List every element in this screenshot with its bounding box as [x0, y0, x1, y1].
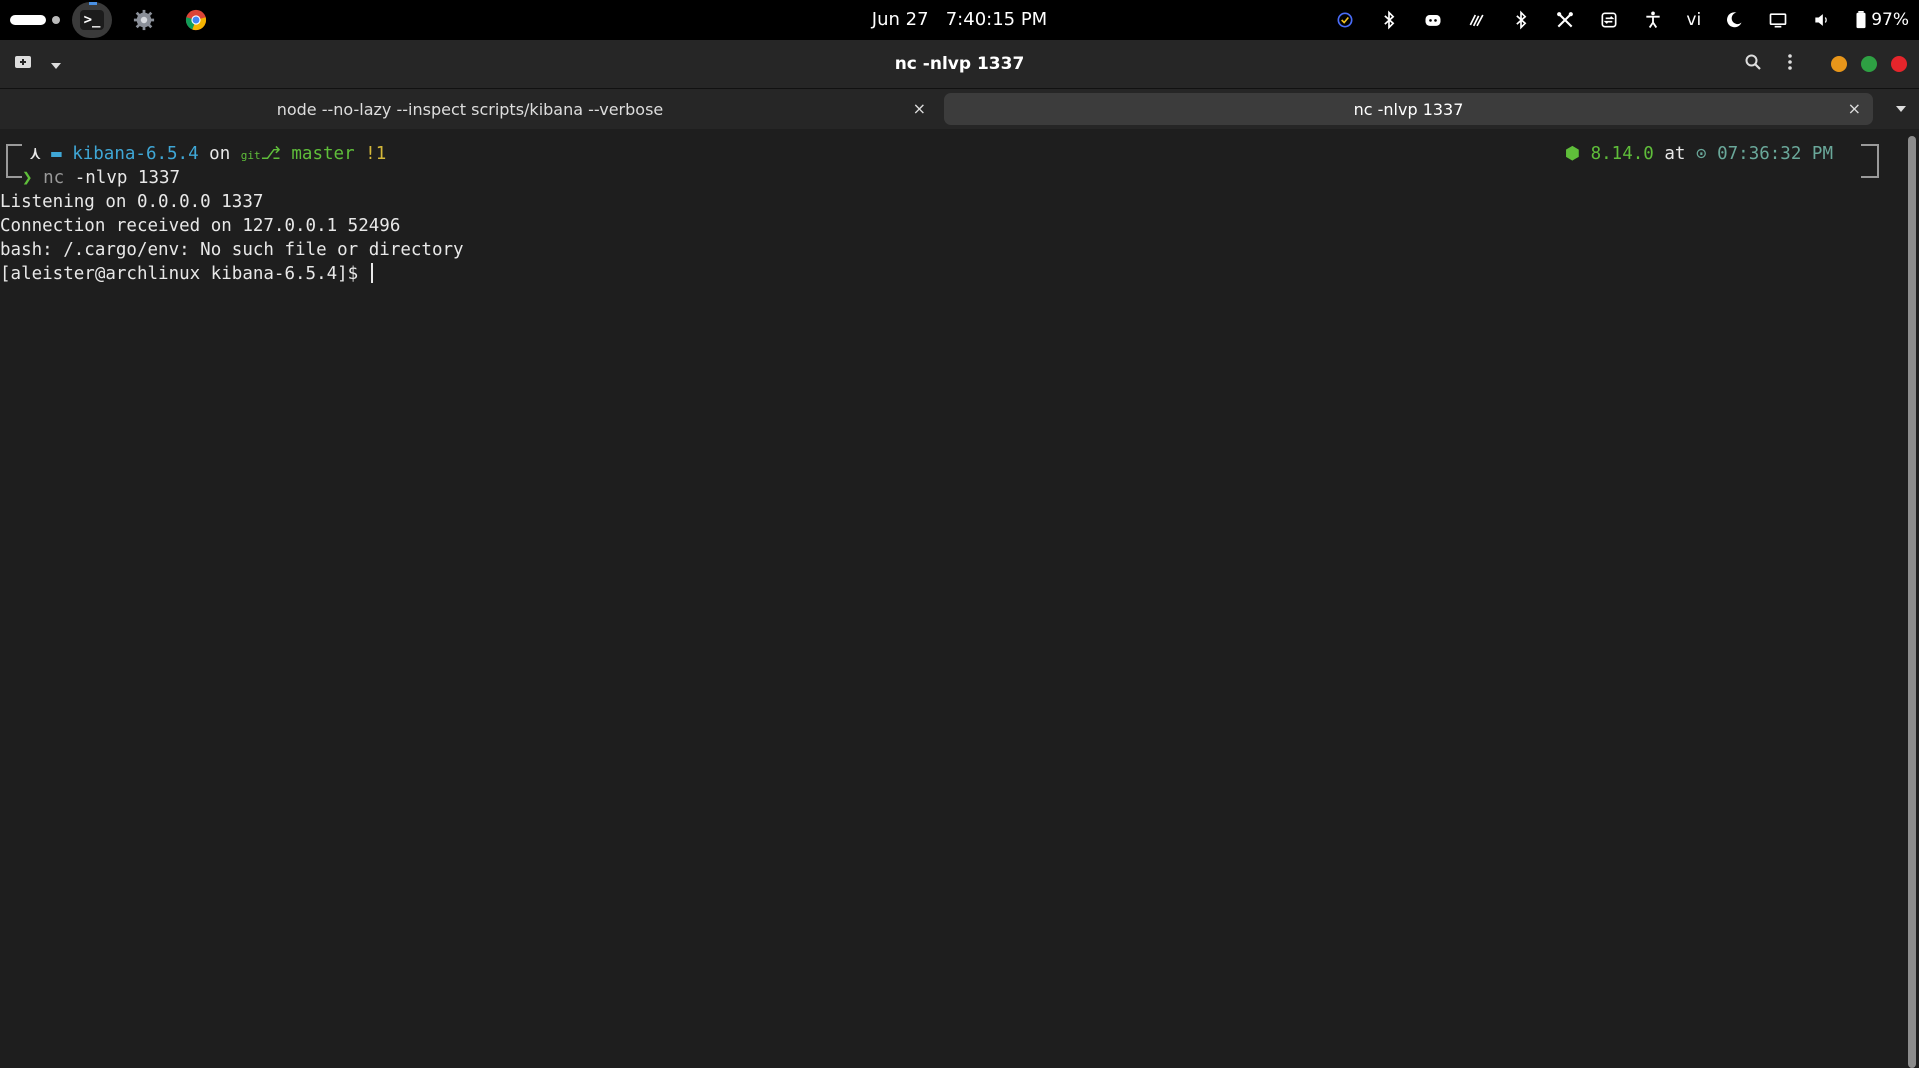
prompt-right-status: ⬢ 8.14.0 at ⊙ 07:36:32 PM	[1565, 142, 1833, 166]
git-icon: git	[240, 149, 261, 162]
prompt-at: at	[1664, 144, 1686, 164]
workspace-active-pill	[10, 15, 46, 25]
scrollbar[interactable]	[1907, 136, 1917, 1068]
tab-nc-listener[interactable]: nc -nlvp 1337 ×	[944, 93, 1873, 125]
profile-menu-button[interactable]	[50, 55, 62, 74]
prompt-directory: kibana-6.5.4	[72, 144, 199, 164]
activities-indicator[interactable]	[10, 15, 60, 25]
command-args: -nlvp 1337	[64, 168, 181, 188]
night-light-icon[interactable]	[1723, 9, 1745, 31]
discord-icon[interactable]	[1422, 9, 1444, 31]
volume-icon[interactable]	[1811, 9, 1833, 31]
prompt-status-line: ⋏ ▬ kibana-6.5.4 on git⎇ master !1	[30, 142, 386, 166]
display-icon[interactable]	[1767, 9, 1789, 31]
tools-icon[interactable]	[1554, 9, 1576, 31]
maximize-button[interactable]	[1861, 56, 1877, 72]
search-button[interactable]	[1745, 54, 1761, 74]
prompt-on: on	[209, 144, 231, 164]
chevron-down-icon	[51, 62, 61, 69]
settings-icon	[133, 9, 155, 31]
sync-icon[interactable]	[1598, 9, 1620, 31]
system-tray: vi 97%	[1334, 0, 1909, 40]
branch-icon: ⎇	[260, 144, 281, 164]
tab-list-button[interactable]	[1895, 89, 1907, 129]
close-button[interactable]	[1891, 56, 1907, 72]
git-branch: master	[291, 144, 355, 164]
output-line: bash: /.cargo/env: No such file or direc…	[0, 240, 464, 260]
folder-icon: ▬	[51, 144, 62, 164]
bluetooth-icon[interactable]	[1510, 9, 1532, 31]
workspace-dot	[52, 16, 60, 24]
new-tab-icon	[15, 56, 31, 68]
chrome-icon	[185, 9, 207, 31]
git-status: !1	[365, 144, 387, 164]
text-cursor	[370, 263, 373, 283]
system-top-bar: >_ Jun 27 7:40:15 PM vi 97%	[0, 0, 1919, 40]
window-title: nc -nlvp 1337	[894, 54, 1025, 74]
running-indicator	[89, 2, 97, 5]
prompt-frame-top-left	[6, 144, 22, 168]
kebab-menu-icon	[1788, 54, 1792, 70]
prompt-arrow: ❯	[22, 168, 33, 188]
terminal-output[interactable]: ⋏ ▬ kibana-6.5.4 on git⎇ master !1 ⬢ 8.1…	[0, 130, 1905, 1068]
tab-close-button[interactable]: ×	[1848, 93, 1861, 125]
prompt-frame-bottom-right	[1861, 166, 1879, 178]
node-icon: ⬢	[1564, 144, 1581, 164]
scrollbar-thumb[interactable]	[1908, 136, 1916, 1068]
tab-node-kibana[interactable]: node --no-lazy --inspect scripts/kibana …	[2, 93, 938, 125]
bluetooth-icon[interactable]	[1378, 9, 1400, 31]
headerbar-left	[14, 40, 62, 88]
battery-icon	[1856, 11, 1866, 29]
clock-date[interactable]: Jun 27	[872, 9, 929, 30]
prompt-frame-bottom-left	[6, 166, 22, 178]
window-controls	[1831, 56, 1907, 72]
tab-label: nc -nlvp 1337	[1353, 99, 1464, 119]
search-icon	[1745, 54, 1761, 70]
clock-icon: ⊙	[1696, 144, 1707, 164]
tab-bar: node --no-lazy --inspect scripts/kibana …	[0, 89, 1919, 129]
arch-icon: ⋏	[30, 144, 41, 164]
dock-terminal[interactable]: >_	[72, 2, 112, 38]
battery-percentage: 97%	[1871, 10, 1909, 30]
tab-close-button[interactable]: ×	[913, 93, 926, 125]
check-circle-icon[interactable]	[1334, 9, 1356, 31]
wave-icon[interactable]	[1466, 9, 1488, 31]
tab-label: node --no-lazy --inspect scripts/kibana …	[276, 99, 664, 119]
shell-prompt: [aleister@archlinux kibana-6.5.4]$	[0, 264, 369, 284]
shell-prompt-line: [aleister@archlinux kibana-6.5.4]$	[0, 262, 373, 286]
prompt-time: 07:36:32 PM	[1717, 144, 1833, 164]
terminal-icon: >_	[79, 10, 105, 30]
dock-chrome[interactable]	[176, 2, 216, 38]
minimize-button[interactable]	[1831, 56, 1847, 72]
output-line: Listening on 0.0.0.0 1337	[0, 192, 264, 212]
output-line: Connection received on 127.0.0.1 52496	[0, 216, 401, 236]
terminal-headerbar: nc -nlvp 1337	[0, 40, 1919, 89]
clock-time[interactable]: 7:40:15 PM	[946, 9, 1048, 30]
dock-settings[interactable]	[124, 2, 164, 38]
node-version: 8.14.0	[1590, 144, 1654, 164]
top-bar-left: >_	[10, 0, 216, 40]
headerbar-right	[1745, 40, 1907, 88]
accessibility-icon[interactable]	[1642, 9, 1664, 31]
battery-indicator[interactable]: 97%	[1855, 10, 1909, 30]
new-tab-button[interactable]	[14, 54, 32, 74]
command-line: ❯ nc -nlvp 1337	[22, 166, 180, 190]
keyboard-layout-indicator[interactable]: vi	[1686, 10, 1701, 30]
prompt-frame-top-right	[1861, 144, 1879, 168]
menu-button[interactable]	[1787, 54, 1793, 74]
command-name: nc	[43, 168, 65, 188]
chevron-down-icon	[1896, 106, 1906, 112]
